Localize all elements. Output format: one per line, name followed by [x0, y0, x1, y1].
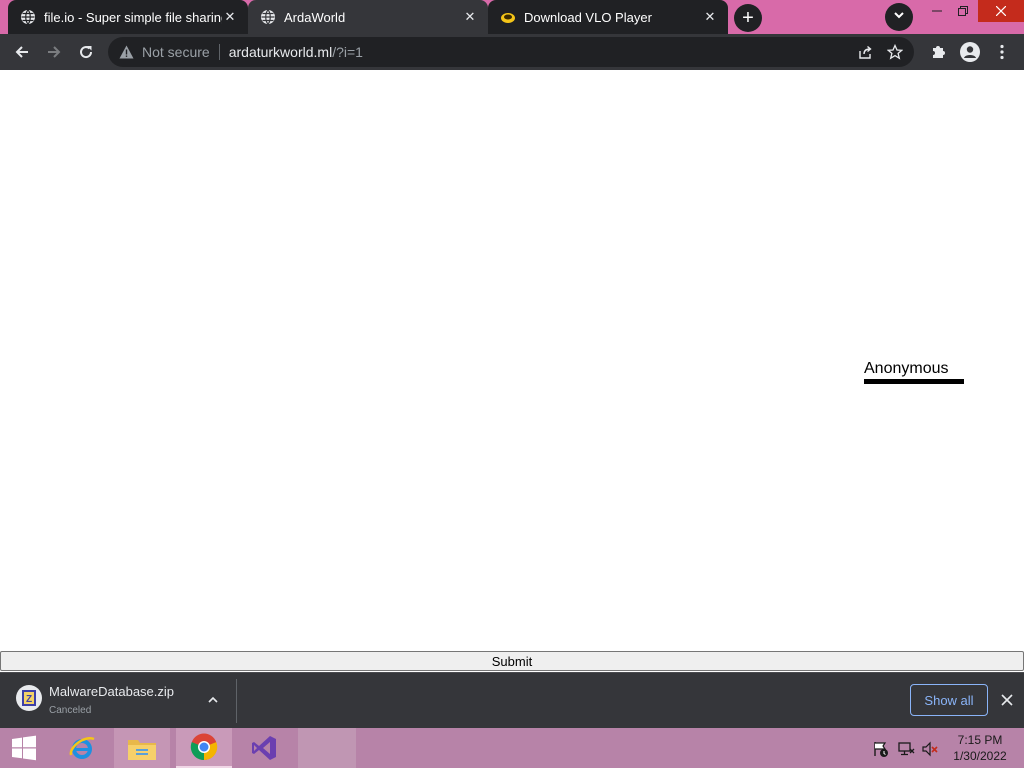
bookmark-star-icon[interactable]: [882, 39, 908, 65]
url-host: ardaturkworld.ml: [228, 44, 333, 60]
security-status-label[interactable]: Not secure: [142, 44, 210, 60]
reload-icon: [80, 46, 93, 59]
start-button[interactable]: [0, 728, 48, 768]
download-status: Canceled: [49, 705, 92, 716]
chevron-down-icon: [893, 8, 905, 26]
network-icon[interactable]: [897, 740, 915, 758]
back-button[interactable]: [8, 38, 36, 66]
zip-file-icon: Z: [16, 685, 42, 711]
share-icon[interactable]: [852, 39, 878, 65]
globe-icon: [260, 9, 276, 25]
windows-taskbar: 7:15 PM 1/30/2022: [0, 728, 1024, 768]
visual-studio-icon: [252, 736, 276, 760]
internet-explorer-icon: [69, 736, 95, 759]
anonymous-label: Anonymous: [864, 360, 949, 377]
tab-title: ArdaWorld: [284, 9, 346, 25]
globe-icon: [20, 9, 36, 25]
download-shelf: Z MalwareDatabase.zip Canceled Show all: [0, 672, 1024, 728]
vlo-favicon: [500, 9, 516, 25]
puzzle-icon: [933, 46, 945, 58]
url-path: /?i=1: [332, 44, 363, 60]
system-clock[interactable]: 7:15 PM 1/30/2022: [950, 732, 1010, 766]
taskbar-chrome[interactable]: [176, 728, 232, 768]
tab-title: Download VLO Player: [524, 9, 652, 25]
download-filename: MalwareDatabase.zip: [49, 684, 175, 699]
address-bar[interactable]: Not secure ardaturkworld.ml/?i=1: [108, 37, 914, 67]
forward-button[interactable]: [40, 38, 68, 66]
chrome-icon: [190, 733, 218, 761]
tab-file-io[interactable]: file.io - Super simple file sharing ✕: [8, 0, 248, 34]
clock-date: 1/30/2022: [953, 749, 1007, 763]
submit-button[interactable]: Submit: [0, 651, 1024, 671]
close-tab-icon[interactable]: ✕: [462, 9, 478, 25]
shelf-divider: [236, 679, 237, 723]
arrow-left-icon: [15, 46, 28, 58]
tab-download-vlo[interactable]: Download VLO Player ✕: [488, 0, 728, 34]
close-shelf-icon[interactable]: [996, 689, 1018, 711]
kebab-menu-icon: [1000, 44, 1004, 60]
chevron-up-icon[interactable]: [202, 689, 224, 711]
warning-icon: [118, 44, 134, 60]
action-center-flag-icon[interactable]: [872, 740, 890, 758]
taskbar-file-explorer[interactable]: [114, 728, 170, 768]
close-tab-icon[interactable]: ✕: [222, 9, 238, 25]
taskbar-empty-slot[interactable]: [298, 728, 356, 768]
tab-search-button[interactable]: [885, 3, 913, 31]
volume-muted-icon[interactable]: [921, 740, 939, 758]
extensions-button[interactable]: [924, 38, 952, 66]
arrow-right-icon: [48, 46, 61, 58]
reload-button[interactable]: [72, 38, 100, 66]
tab-ardaworld[interactable]: ArdaWorld ✕: [248, 0, 488, 34]
taskbar-visual-studio[interactable]: [236, 728, 292, 768]
close-window-button[interactable]: [978, 0, 1024, 22]
show-all-button[interactable]: Show all: [910, 684, 988, 716]
svg-text:Z: Z: [26, 694, 32, 705]
web-page-content: Anonymous Submit: [0, 70, 1024, 672]
close-tab-icon[interactable]: ✕: [702, 9, 718, 25]
restore-button[interactable]: [948, 0, 978, 22]
menu-button[interactable]: [988, 38, 1016, 66]
browser-toolbar: Not secure ardaturkworld.ml/?i=1: [0, 34, 1024, 70]
windows-logo-icon: [12, 735, 36, 761]
download-item[interactable]: Z MalwareDatabase.zip Canceled: [0, 673, 236, 729]
new-tab-button[interactable]: +: [734, 4, 762, 32]
taskbar-internet-explorer[interactable]: [54, 728, 110, 768]
omnibox-divider: [218, 44, 220, 60]
anonymous-underline: [864, 379, 964, 384]
clock-time: 7:15 PM: [957, 733, 1003, 747]
profile-button[interactable]: [956, 38, 984, 66]
avatar-icon: [960, 42, 980, 62]
tab-title: file.io - Super simple file sharing: [44, 9, 222, 25]
browser-tab-strip: file.io - Super simple file sharing ✕ Ar…: [0, 0, 1024, 34]
file-explorer-icon: [128, 740, 156, 760]
